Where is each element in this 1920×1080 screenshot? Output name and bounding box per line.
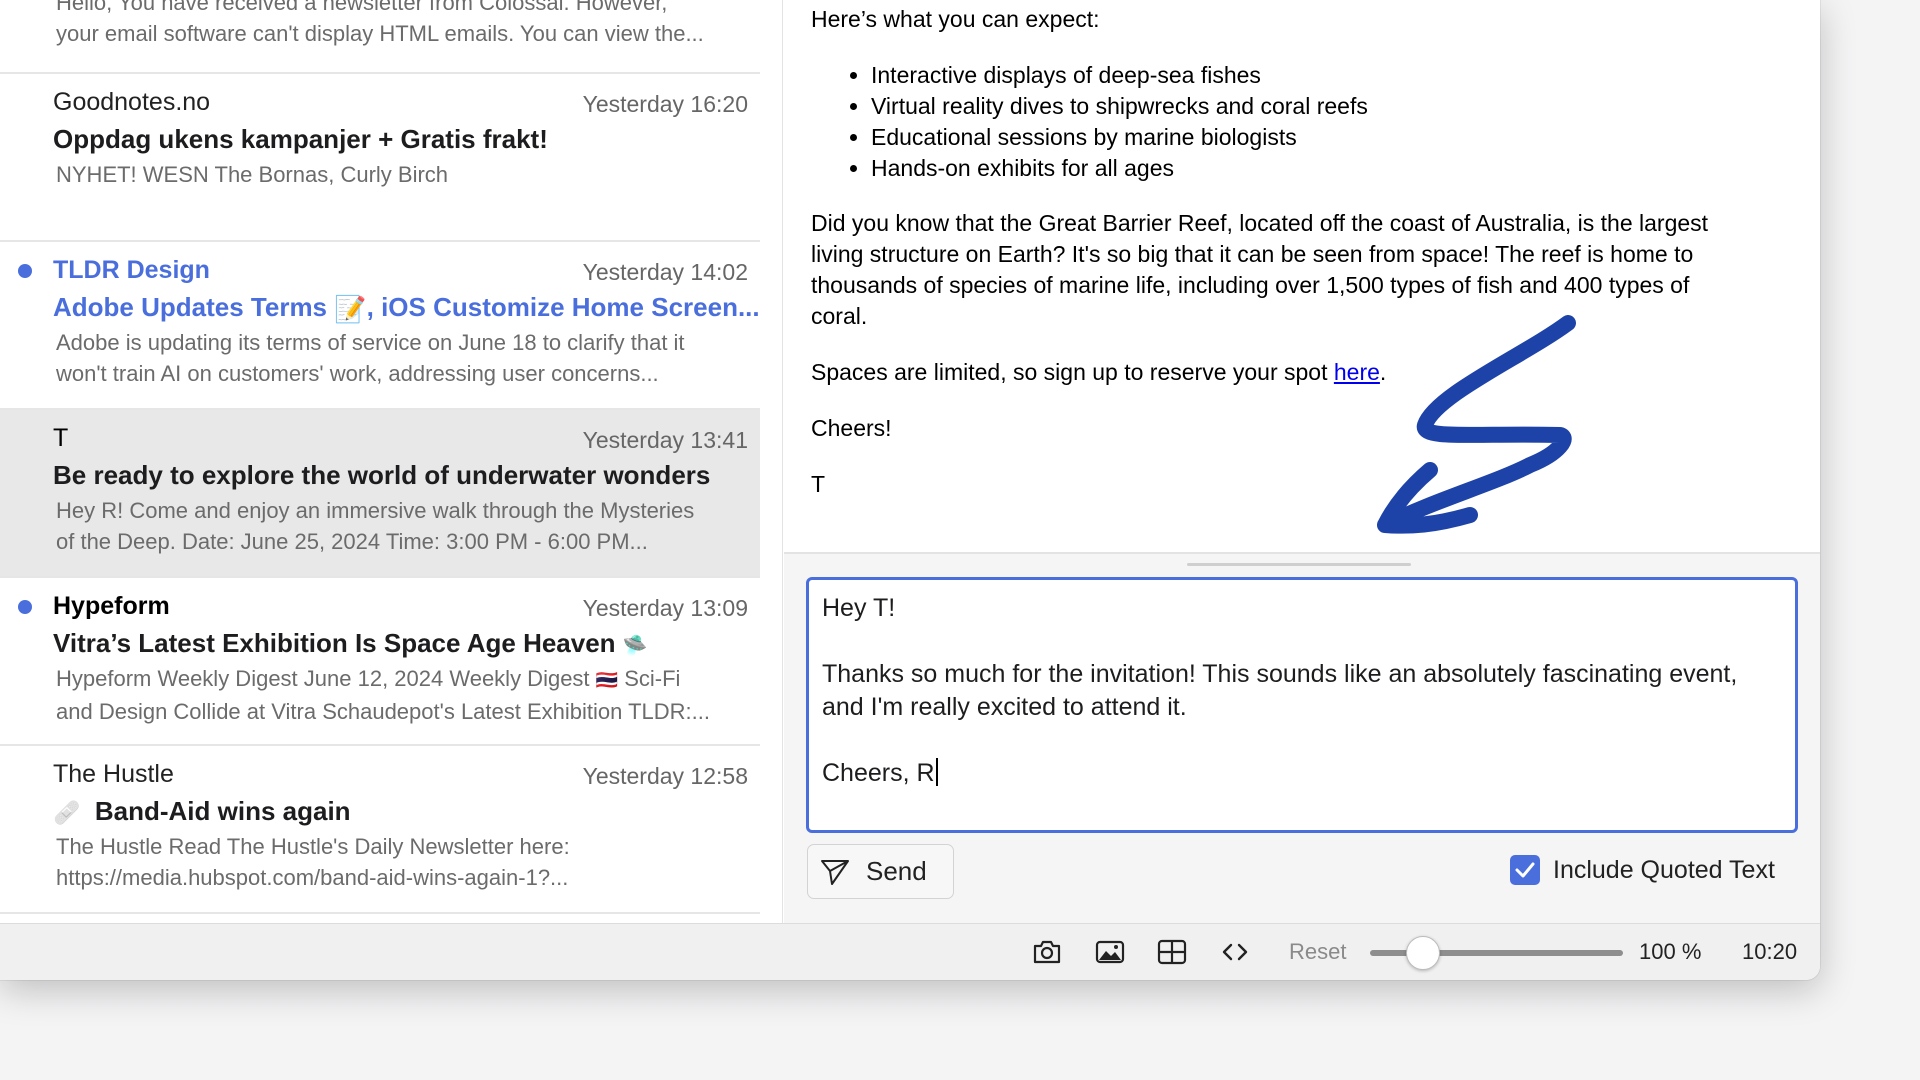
- include-quoted-label: Include Quoted Text: [1553, 855, 1775, 884]
- zoom-reset-button[interactable]: Reset: [1289, 939, 1346, 965]
- message-subject: Oppdag ukens kampanjer + Gratis frakt!: [53, 124, 548, 154]
- message-preview: Hello, You have received a newsletter fr…: [56, 0, 704, 46]
- text-caret: [935, 758, 938, 786]
- memo-icon: 📝: [334, 293, 367, 324]
- reply-textarea[interactable]: Hey T! Thanks so much for the invitation…: [806, 577, 1798, 833]
- email-bullet: Virtual reality dives to shipwrecks and …: [871, 91, 1368, 122]
- message-subject: Adobe Updates Terms 📝, iOS Customize Hom…: [53, 292, 760, 324]
- handwritten-arrow-annotation: [1377, 315, 1576, 534]
- message-preview: NYHET! WESN The Bornas, Curly Birch: [56, 162, 449, 187]
- email-bullet: Hands-on exhibits for all ages: [871, 153, 1368, 184]
- include-quoted-checkbox[interactable]: [1510, 855, 1540, 885]
- email-intro: Here’s what you can expect:: [811, 6, 1100, 32]
- send-label: Send: [866, 856, 927, 886]
- message-time: Yesterday 16:20: [582, 91, 748, 117]
- message-subject: 🩹 Band-Aid wins again: [53, 796, 351, 826]
- list-item[interactable]: The Hustle Yesterday 12:58 🩹 Band-Aid wi…: [0, 746, 760, 914]
- checkmark-icon: [1515, 862, 1535, 878]
- email-bullet-list: Interactive displays of deep-sea fishes …: [871, 60, 1368, 184]
- message-time: Yesterday 12:58: [582, 763, 748, 789]
- status-bar: Reset 100 % 10:20: [0, 923, 1820, 980]
- ufo-icon: 🛸: [622, 634, 648, 657]
- image-icon[interactable]: [1095, 938, 1125, 966]
- email-closing: Cheers!: [811, 415, 892, 441]
- zoom-level: 100 %: [1639, 939, 1702, 964]
- send-button[interactable]: Send: [807, 844, 954, 899]
- message-preview: The Hustle Read The Hustle's Daily Newsl…: [56, 834, 570, 890]
- camera-icon[interactable]: [1032, 938, 1062, 966]
- unread-indicator: [18, 264, 32, 278]
- layout-icon[interactable]: [1157, 938, 1187, 966]
- list-item[interactable]: Hello, You have received a newsletter fr…: [0, 0, 760, 74]
- message-sender: Hypeform: [53, 592, 170, 620]
- code-icon[interactable]: [1220, 938, 1250, 966]
- message-list[interactable]: Hello, You have received a newsletter fr…: [0, 0, 783, 923]
- list-item[interactable]: Goodnotes.no Yesterday 16:20 Oppdag uken…: [0, 74, 760, 242]
- message-preview: Hypeform Weekly Digest June 12, 2024 Wee…: [56, 666, 710, 724]
- unread-indicator: [18, 600, 32, 614]
- message-sender: The Hustle: [53, 760, 174, 788]
- message-sender: Goodnotes.no: [53, 88, 211, 116]
- zoom-slider-knob[interactable]: [1406, 936, 1440, 970]
- send-icon: [821, 859, 849, 885]
- bandage-icon: 🩹: [53, 800, 81, 826]
- message-time: Yesterday 13:09: [582, 595, 748, 621]
- reading-pane: Here’s what you can expect: Interactive …: [784, 0, 1820, 553]
- list-item[interactable]: Hypeform Yesterday 13:09 Vitra’s Latest …: [0, 578, 760, 746]
- resize-handle[interactable]: [1187, 563, 1411, 566]
- message-preview: Hey R! Come and enjoy an immersive walk …: [56, 498, 695, 554]
- message-sender: T: [53, 424, 69, 452]
- include-quoted-text-option[interactable]: Include Quoted Text: [1510, 855, 1775, 885]
- list-item[interactable]: TLDR Design Yesterday 14:02 Adobe Update…: [0, 242, 760, 410]
- list-item-selected[interactable]: T Yesterday 13:41 Be ready to explore th…: [0, 410, 760, 578]
- flag-icon: 🇹🇭: [595, 669, 619, 690]
- email-signup-paragraph: Spaces are limited, so sign up to reserv…: [811, 359, 1387, 385]
- mail-window: Hello, You have received a newsletter fr…: [0, 0, 1820, 980]
- clock: 10:20: [1742, 939, 1798, 964]
- message-time: Yesterday 14:02: [582, 259, 748, 285]
- email-bullet: Interactive displays of deep-sea fishes: [871, 60, 1368, 91]
- message-preview: Adobe is updating its terms of service o…: [56, 330, 685, 386]
- email-fact-paragraph: Did you know that the Great Barrier Reef…: [811, 210, 1709, 329]
- message-subject: Be ready to explore the world of underwa…: [53, 460, 711, 490]
- email-bullet: Educational sessions by marine biologist…: [871, 122, 1368, 153]
- message-time: Yesterday 13:41: [582, 427, 748, 453]
- message-sender: TLDR Design: [53, 256, 210, 284]
- email-signature: T: [811, 471, 826, 497]
- message-subject: Vitra’s Latest Exhibition Is Space Age H…: [53, 628, 648, 658]
